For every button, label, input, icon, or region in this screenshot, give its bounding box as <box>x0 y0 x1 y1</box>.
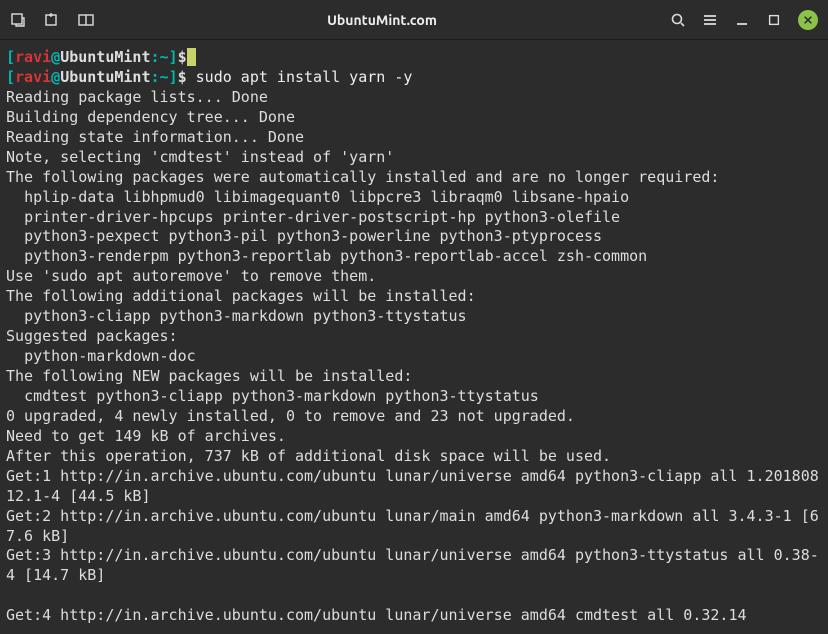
prompt-host: UbuntuMint <box>60 68 150 86</box>
search-icon[interactable] <box>670 12 686 28</box>
prompt-line-2: [ravi@UbuntuMint:~]$ sudo apt install ya… <box>6 68 412 86</box>
output-line: After this operation, 737 kB of addition… <box>6 447 611 465</box>
output-line: Get:2 http://in.archive.ubuntu.com/ubunt… <box>6 507 819 545</box>
cursor-block <box>187 48 196 66</box>
prompt-host: UbuntuMint <box>60 48 150 66</box>
output-line: Need to get 149 kB of archives. <box>6 427 286 445</box>
prompt-colon: : <box>151 68 160 86</box>
prompt-close: ] <box>169 68 178 86</box>
prompt-at: @ <box>51 48 60 66</box>
split-icon[interactable] <box>78 12 94 28</box>
prompt-user: ravi <box>15 68 51 86</box>
prompt-user: ravi <box>15 48 51 66</box>
window-titlebar: UbuntuMint.com <box>0 0 828 40</box>
output-line: Building dependency tree... Done <box>6 108 295 126</box>
prompt-open: [ <box>6 68 15 86</box>
new-window-icon[interactable] <box>44 12 60 28</box>
minimize-icon[interactable] <box>734 12 750 28</box>
output-line: python3-cliapp python3-markdown python3-… <box>6 307 467 325</box>
window-title: UbuntuMint.com <box>94 12 670 28</box>
output-line: Reading package lists... Done <box>6 88 268 106</box>
titlebar-right-controls <box>670 10 818 30</box>
output-line: hplip-data libhpmud0 libimagequant0 libp… <box>6 188 629 206</box>
prompt-symbol: $ <box>178 48 187 66</box>
output-line: The following NEW packages will be insta… <box>6 367 412 385</box>
titlebar-left-controls <box>10 12 94 28</box>
output-line: The following additional packages will b… <box>6 287 476 305</box>
output-line: python3-renderpm python3-reportlab pytho… <box>6 247 647 265</box>
output-line: Note, selecting 'cmdtest' instead of 'ya… <box>6 148 394 166</box>
output-line: The following packages were automaticall… <box>6 168 719 186</box>
close-icon[interactable] <box>798 10 818 30</box>
menu-icon[interactable] <box>702 12 718 28</box>
output-line: Suggested packages: <box>6 327 178 345</box>
prompt-close: ] <box>169 48 178 66</box>
output-line: Get:3 http://in.archive.ubuntu.com/ubunt… <box>6 546 819 584</box>
maximize-icon[interactable] <box>766 12 782 28</box>
output-line: Reading state information... Done <box>6 128 304 146</box>
output-line: 0 upgraded, 4 newly installed, 0 to remo… <box>6 407 575 425</box>
prompt-open: [ <box>6 48 15 66</box>
prompt-line-1: [ravi@UbuntuMint:~]$ <box>6 48 196 66</box>
output-line: printer-driver-hpcups printer-driver-pos… <box>6 208 620 226</box>
terminal-area[interactable]: [ravi@UbuntuMint:~]$ [ravi@UbuntuMint:~]… <box>0 40 828 634</box>
new-tab-icon[interactable] <box>10 12 26 28</box>
prompt-colon: : <box>151 48 160 66</box>
output-line: Get:1 http://in.archive.ubuntu.com/ubunt… <box>6 467 819 505</box>
prompt-at: @ <box>51 68 60 86</box>
output-line: python-markdown-doc <box>6 347 196 365</box>
output-line: Use 'sudo apt autoremove' to remove them… <box>6 267 376 285</box>
output-line: cmdtest python3-cliapp python3-markdown … <box>6 387 539 405</box>
command-text: sudo apt install yarn -y <box>187 68 413 86</box>
output-line: python3-pexpect python3-pil python3-powe… <box>6 227 602 245</box>
prompt-symbol: $ <box>178 68 187 86</box>
prompt-path: ~ <box>160 68 169 86</box>
prompt-path: ~ <box>160 48 169 66</box>
output-line: Get:4 http://in.archive.ubuntu.com/ubunt… <box>6 606 747 624</box>
